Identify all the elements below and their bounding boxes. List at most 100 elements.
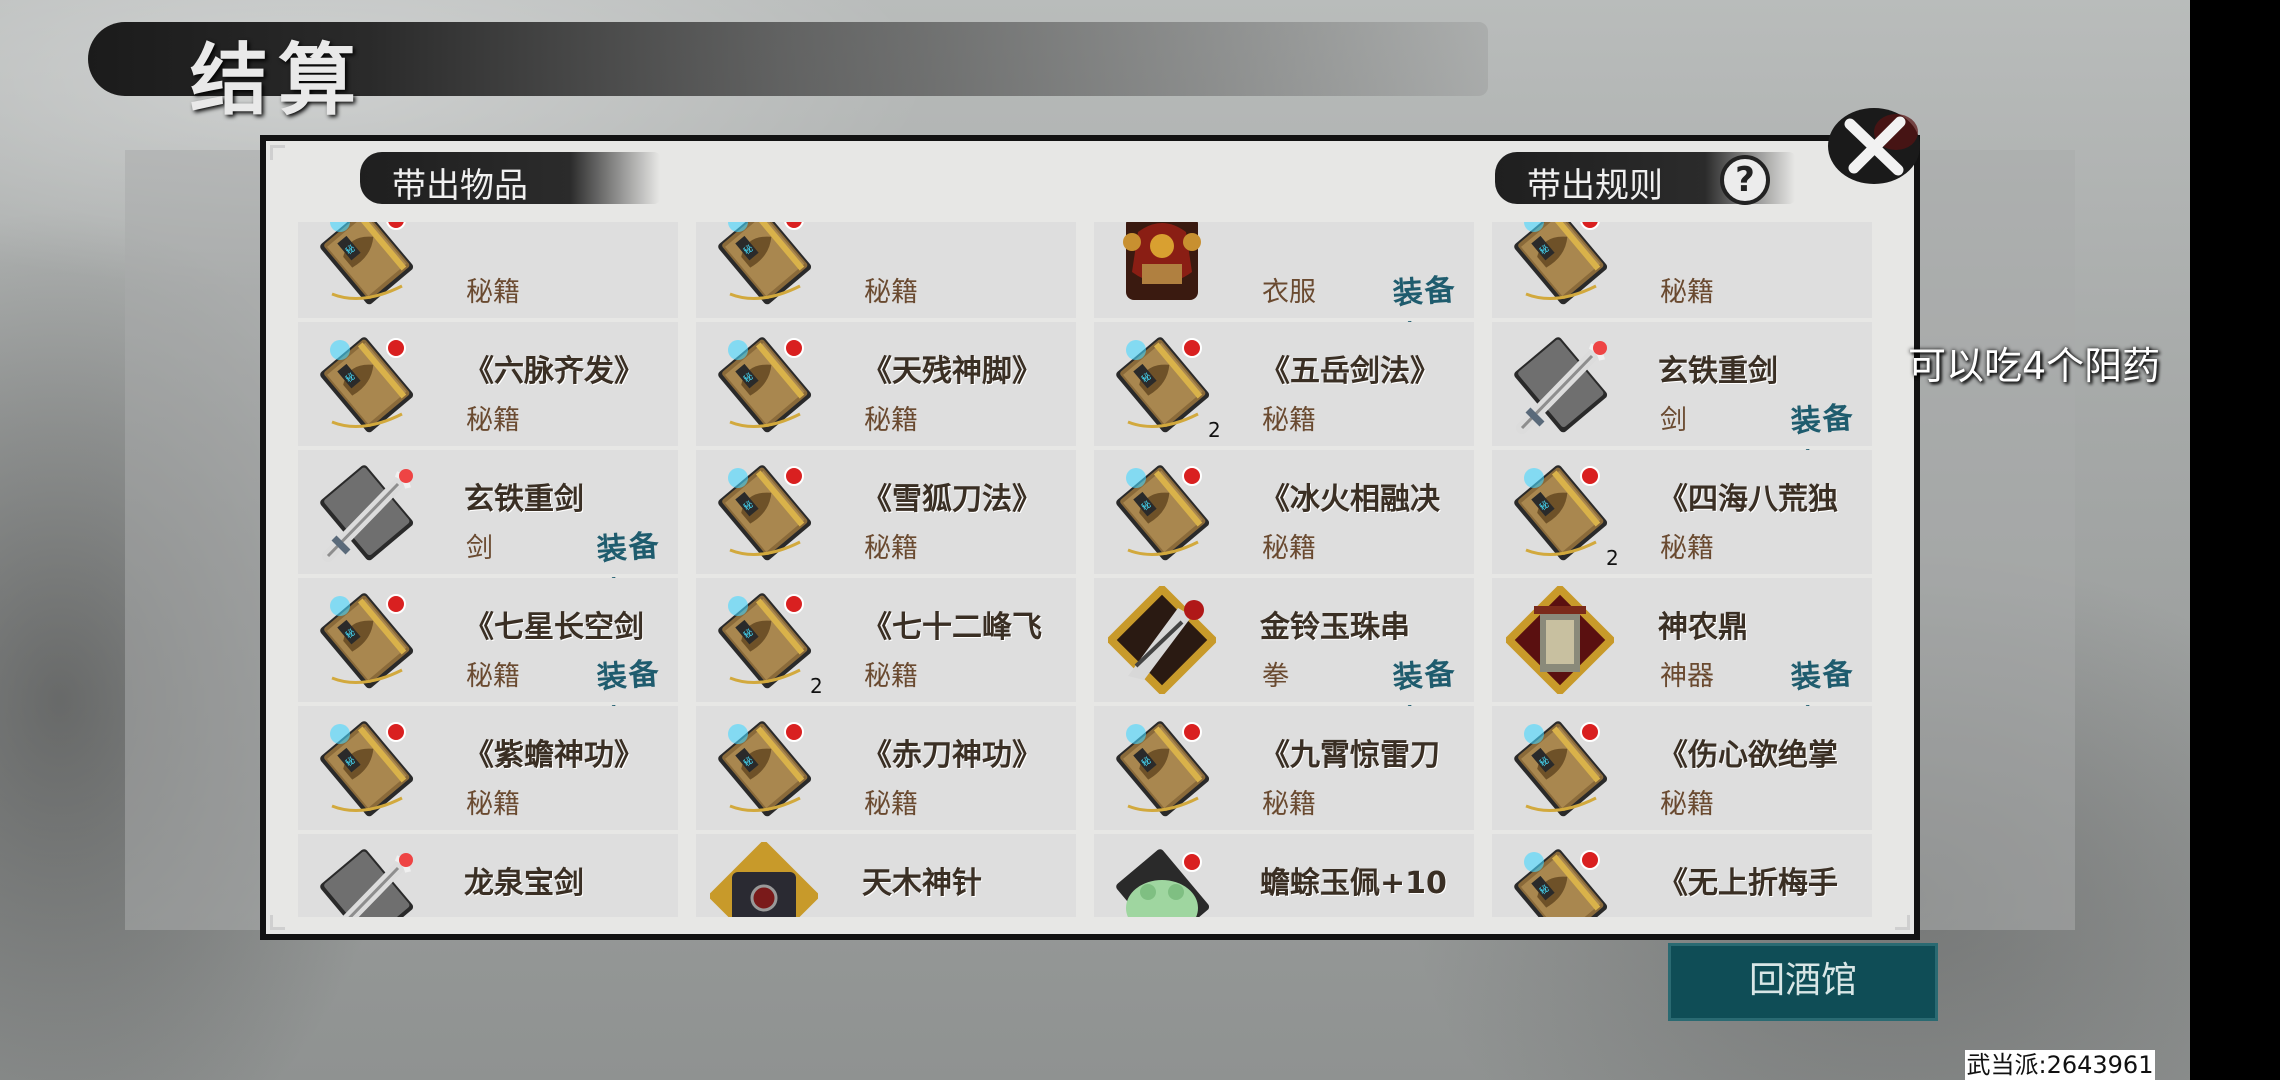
book-icon: 秘 [312,586,420,694]
item-name: 《无上折梅手 [1658,866,1838,901]
item-slot[interactable]: 秘 《天残神脚》秘籍 [696,322,1076,446]
item-type: 秘籍 [466,277,520,308]
item-name: 蟾蜍玉佩+10 [1260,866,1447,901]
close-icon [1828,108,1920,184]
jade-toad-icon [1108,842,1216,917]
item-name: 金铃玉珠串 [1260,610,1410,645]
book-icon: 秘 [1506,714,1614,822]
item-slot[interactable]: 秘 秘籍 [696,222,1076,318]
corner-decoration [1895,915,1910,930]
item-slot[interactable]: 秘 《赤刀神功》秘籍 [696,706,1076,830]
corner-decoration [270,915,285,930]
item-name: 《五岳剑法》 [1260,354,1440,389]
item-type: 秘籍 [864,661,918,692]
item-type: 秘籍 [1262,405,1316,436]
corner-decoration [270,145,285,160]
help-button[interactable]: ? [1720,155,1770,205]
item-slot[interactable]: 玄铁重剑剑装备中 [298,450,678,612]
item-type: 秘籍 [864,533,918,564]
item-type: 剑 [466,533,493,564]
item-type: 秘籍 [864,789,918,820]
item-name: 《雪狐刀法》 [862,482,1042,517]
item-name: 《四海八荒独 [1658,482,1838,517]
sword-icon [312,458,420,566]
book-icon: 秘 [1108,458,1216,566]
section-title-items: 带出物品 [392,166,528,206]
item-type: 衣服 [1262,277,1316,308]
item-slot[interactable]: 秘 《五岳剑法》秘籍 2 [1094,322,1474,446]
book-icon: 秘 [710,586,818,694]
item-name: 《冰火相融决 [1260,482,1440,517]
item-type: 秘籍 [1660,789,1714,820]
item-slot[interactable]: 秘 《九霄惊雷刀 秘籍 [1094,706,1474,830]
item-slot[interactable]: 玄铁重剑剑装备中 [1492,322,1872,484]
tip-text: 可以吃4个阳药 [1908,344,2161,388]
item-name: 神农鼎 [1658,610,1748,645]
book-icon: 秘 [710,222,818,310]
item-slot[interactable]: 天木神针 [696,834,1076,917]
item-name: 玄铁重剑 [1658,354,1778,389]
item-count: 2 [1208,418,1221,442]
item-type: 神器 [1660,661,1714,692]
item-count: 2 [1606,546,1619,570]
close-button[interactable] [1822,102,1924,188]
armor-icon [1108,222,1216,310]
book-icon: 秘 [710,330,818,438]
item-type: 秘籍 [1660,277,1714,308]
item-name: 《赤刀神功》 [862,738,1042,773]
item-slot[interactable]: 秘 《紫蟾神功》秘籍 [298,706,678,830]
book-icon: 秘 [312,714,420,822]
item-grid: 秘 秘籍 秘 秘籍 衣服 装备中 秘 秘籍 秘 《六脉齐发》 秘籍 秘 《天残神… [298,222,1878,917]
item-slot[interactable]: 秘 秘籍 [1492,222,1872,318]
item-count: 2 [810,674,823,698]
item-type: 秘籍 [864,405,918,436]
item-type: 秘籍 [1262,533,1316,564]
book-icon: 秘 [710,714,818,822]
player-id-label: 武当派:2643961 [1965,1050,2155,1080]
item-slot[interactable]: 金铃玉珠串拳装备中 [1094,578,1474,740]
item-type: 秘籍 [466,405,520,436]
screen-edge-bar [2190,0,2280,1080]
item-name: 龙泉宝剑 [464,866,584,901]
item-name: 玄铁重剑 [464,482,584,517]
item-slot[interactable]: 秘 秘籍 [298,222,678,318]
item-name: 《六脉齐发》 [464,354,644,389]
item-name: 《天残神脚》 [862,354,1042,389]
cauldron-icon [1503,583,1617,697]
rules-label[interactable]: 带出规则 [1527,158,1663,207]
book-icon: 秘 [710,458,818,566]
item-slot[interactable]: 秘 《六脉齐发》秘籍 [298,322,678,446]
item-name: 《紫蟾神功》 [464,738,644,773]
book-icon: 秘 [1506,458,1614,566]
book-icon: 秘 [1108,330,1216,438]
item-slot[interactable]: 蟾蜍玉佩+10 [1094,834,1474,917]
item-slot[interactable]: 龙泉宝剑 [298,834,678,917]
item-name: 天木神针 [862,866,982,901]
item-name: 《七星长空剑 [464,610,644,645]
item-name: 《七十二峰飞 [862,610,1042,645]
book-icon: 秘 [312,222,420,310]
item-type: 秘籍 [466,789,520,820]
item-slot[interactable]: 神农鼎 神器 装备中 [1492,578,1872,740]
item-slot[interactable]: 衣服 装备中 [1094,222,1474,356]
item-name: 《伤心欲绝掌 [1658,738,1838,773]
item-slot[interactable]: 秘 《七十二峰飞秘籍 2 [696,578,1076,702]
item-slot[interactable]: 秘 《伤心欲绝掌秘籍 [1492,706,1872,830]
book-icon: 秘 [312,330,420,438]
sword-icon [1506,330,1614,438]
return-to-tavern-button[interactable]: 回酒馆 [1668,943,1938,1021]
item-type: 剑 [1660,405,1687,436]
item-type: 秘籍 [1660,533,1714,564]
book-icon: 秘 [1506,842,1614,917]
book-icon: 秘 [1108,714,1216,822]
item-type: 秘籍 [466,661,520,692]
item-slot[interactable]: 秘 《七星长空剑 秘籍 装备中 [298,578,678,740]
sword-icon [312,842,420,917]
page-title: 结算 [190,35,367,126]
item-slot[interactable]: 秘 《雪狐刀法》秘籍 [696,450,1076,574]
item-slot[interactable]: 秘 《冰火相融决秘籍 [1094,450,1474,574]
item-slot[interactable]: 秘 《无上折梅手 [1492,834,1872,917]
item-slot[interactable]: 秘 《四海八荒独秘籍 2 [1492,450,1872,574]
item-type: 秘籍 [1262,789,1316,820]
needle-box-icon [707,839,821,917]
